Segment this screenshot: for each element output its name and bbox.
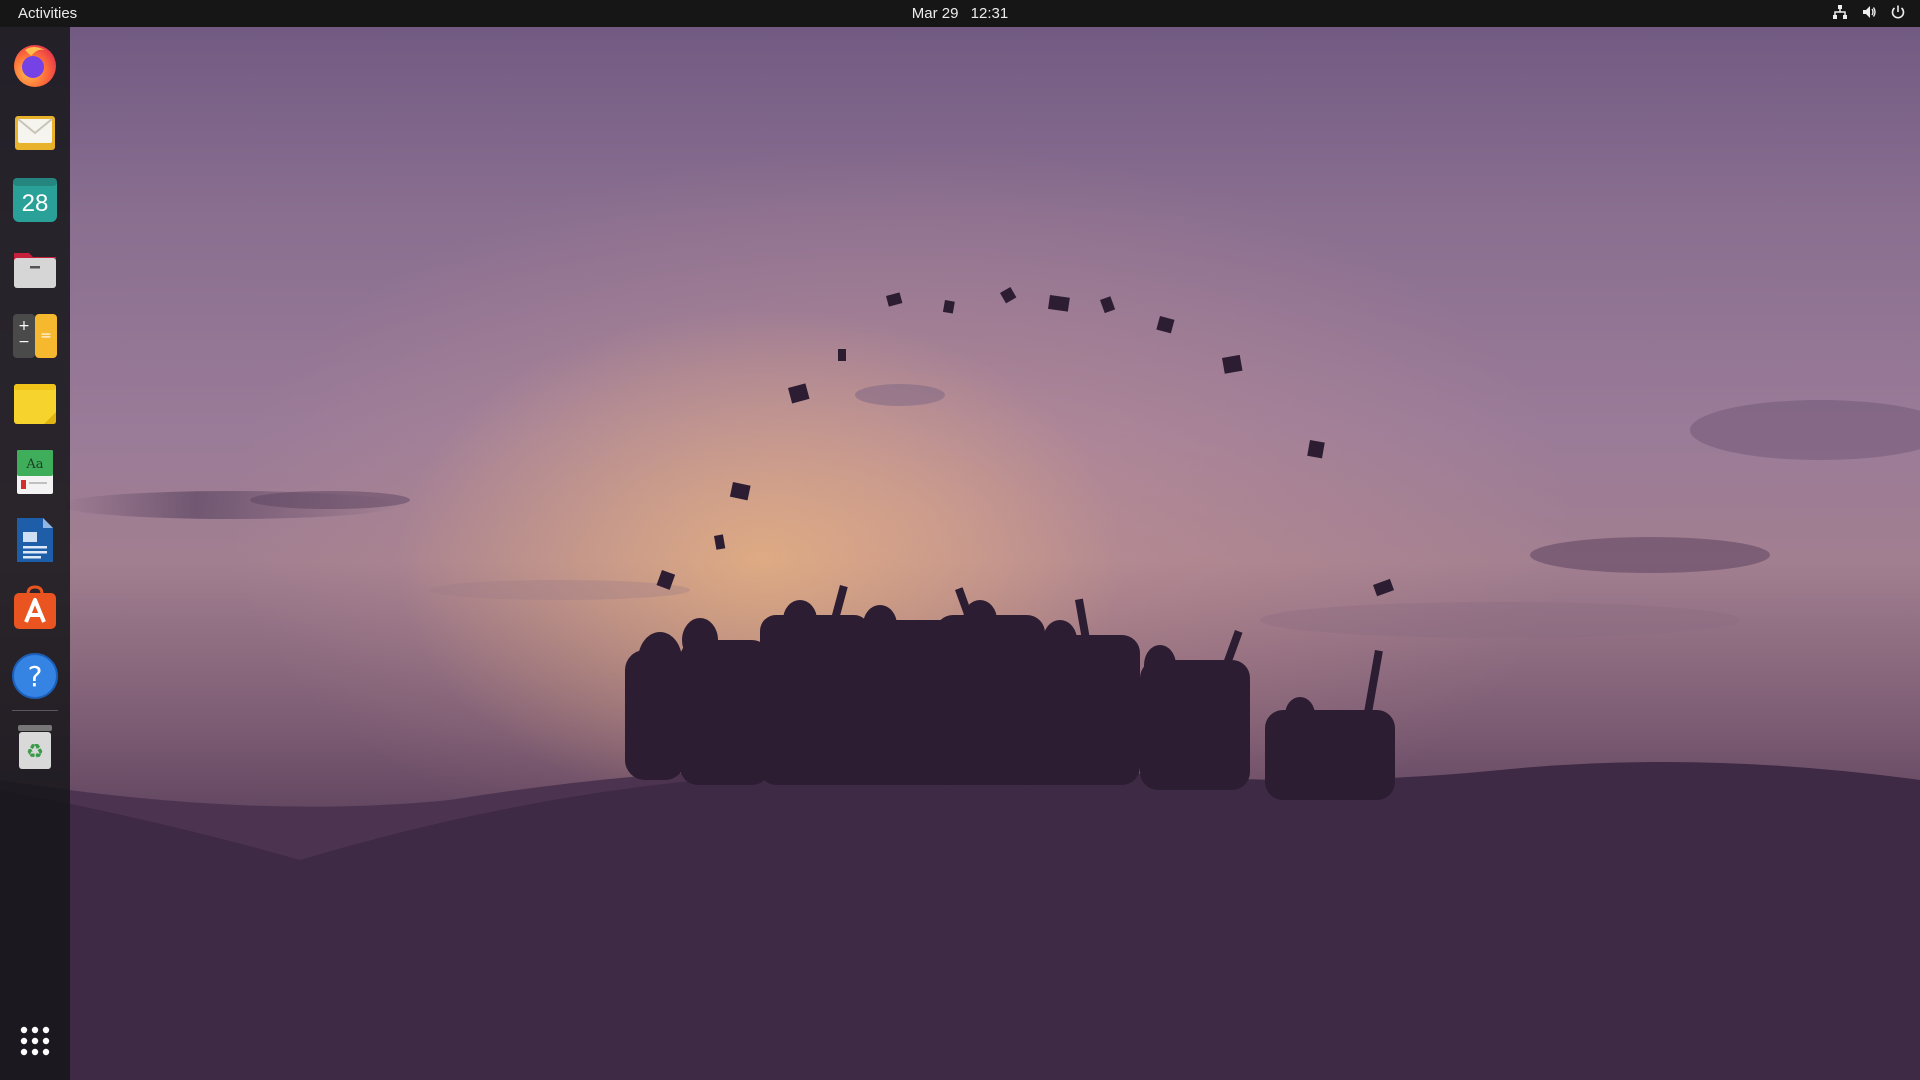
wallpaper <box>0 287 1920 1080</box>
dock-item-software[interactable] <box>11 584 59 632</box>
dock-item-help[interactable]: ? <box>11 652 59 700</box>
dock-separator <box>12 710 58 711</box>
dock-item-calendar[interactable]: 28 <box>11 176 59 224</box>
activities-button[interactable]: Activities <box>18 5 77 22</box>
graduation-caps <box>656 287 1395 597</box>
trash-icon: ♻ <box>18 725 52 769</box>
calculator-icon: + − = <box>13 314 57 358</box>
clock-time: 12:31 <box>970 5 1009 22</box>
clock: Mar 29 12:31 <box>0 5 1920 22</box>
cloud <box>855 384 945 406</box>
network-icon[interactable] <box>1832 4 1848 20</box>
trash-recycle-symbol: ♻ <box>26 739 44 763</box>
libreoffice-writer-icon <box>17 518 53 562</box>
cloud <box>1260 602 1740 638</box>
clock-date: Mar 29 <box>911 5 959 22</box>
dock-item-notes[interactable] <box>11 380 59 428</box>
firefox-icon <box>14 45 56 87</box>
calendar-icon: 28 <box>13 178 57 222</box>
calculator-equals-label: = <box>40 328 52 344</box>
dictionary-icon: Aa <box>17 450 53 494</box>
calculator-plus-label: + <box>18 318 30 334</box>
app-grid-icon <box>20 1026 50 1056</box>
cloud <box>1690 400 1920 460</box>
system-tray[interactable] <box>1832 4 1906 20</box>
sticky-notes-icon <box>14 384 56 424</box>
cloud <box>430 580 690 600</box>
calendar-day-label: 28 <box>22 190 49 217</box>
calculator-minus-label: − <box>18 334 30 350</box>
show-apps-button[interactable] <box>11 1017 59 1065</box>
cloud <box>1530 537 1770 573</box>
power-icon[interactable] <box>1890 4 1906 20</box>
files-icon <box>14 253 56 288</box>
dock: 28 + − = Aa ? ♻ <box>0 27 70 1080</box>
dock-item-trash[interactable]: ♻ <box>11 723 59 771</box>
dock-item-writer[interactable] <box>11 516 59 564</box>
volume-icon[interactable] <box>1861 4 1877 20</box>
mail-icon <box>15 116 55 150</box>
cloud <box>250 491 410 509</box>
clock-button[interactable]: Mar 29 12:31 <box>904 5 1016 22</box>
dock-item-files[interactable] <box>11 244 59 292</box>
top-bar: Activities Mar 29 12:31 <box>0 0 1920 27</box>
desktop[interactable]: Activities Mar 29 12:31 28 + − = Aa ? ♻ <box>0 0 1920 1080</box>
dock-item-mail[interactable] <box>11 108 59 156</box>
dock-item-firefox[interactable] <box>11 40 59 88</box>
dock-item-calculator[interactable]: + − = <box>11 312 59 360</box>
dock-item-dictionary[interactable]: Aa <box>11 448 59 496</box>
help-label: ? <box>28 660 43 693</box>
dictionary-label: Aa <box>25 457 43 472</box>
help-icon: ? <box>12 653 58 699</box>
app-store-icon <box>14 585 56 629</box>
